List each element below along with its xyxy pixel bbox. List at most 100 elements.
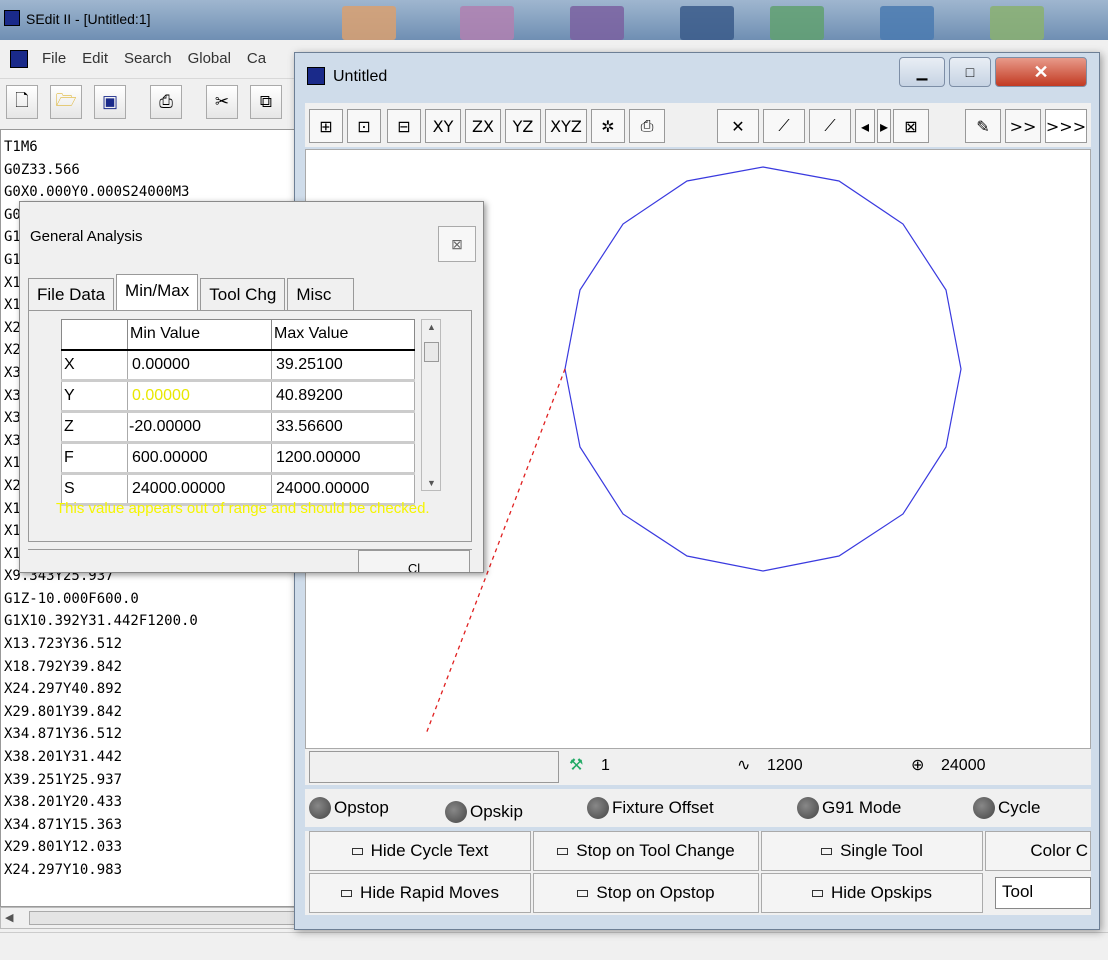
print-plot-button[interactable]: ⎙ — [629, 109, 665, 143]
step-back-button[interactable]: ⟋ — [763, 109, 805, 143]
readout-bar: ⚒ 1 ∿ 1200 ⊕ 24000 — [305, 749, 1091, 785]
cycle-radio[interactable]: Cycle — [973, 797, 1041, 819]
code-line[interactable]: X24.297Y40.892 — [4, 678, 198, 701]
scroll-up-icon[interactable]: ▲ — [427, 322, 436, 332]
taskbar-app-icon — [880, 6, 934, 40]
rotate-view-button[interactable]: ✕ — [717, 109, 759, 143]
single-tool-button[interactable]: Single Tool — [761, 831, 983, 871]
stop-on-tool-change-button[interactable]: Stop on Tool Change — [533, 831, 759, 871]
color-c-label: Color C — [1030, 841, 1088, 860]
taskbar-app-icon — [680, 6, 734, 40]
copy-button[interactable]: ⧉ — [250, 85, 282, 119]
code-line[interactable]: X39.251Y25.937 — [4, 769, 198, 792]
row-label: Y — [61, 380, 128, 413]
code-line[interactable]: X38.201Y31.442 — [4, 746, 198, 769]
code-line[interactable]: X38.201Y20.433 — [4, 791, 198, 814]
code-line[interactable]: X13.723Y36.512 — [4, 633, 198, 656]
code-line[interactable]: X29.801Y39.842 — [4, 701, 198, 724]
min-max-table: Min Value Max Value X 0.00000 39.25100 Y… — [61, 319, 415, 506]
table-row[interactable]: Z -20.00000 33.56600 — [61, 411, 415, 444]
view-xy-button[interactable]: XY — [425, 109, 461, 143]
view-xyz-button[interactable]: XYZ — [545, 109, 587, 143]
step-forward-button[interactable]: ⟋ — [809, 109, 851, 143]
pencil-icon: ✎ — [976, 116, 990, 136]
edit-button[interactable]: ✎ — [965, 109, 1001, 143]
out-of-range-warning: This value appears out of range and shou… — [56, 500, 430, 517]
code-line[interactable]: X34.871Y15.363 — [4, 814, 198, 837]
tab-misc[interactable]: Misc — [287, 278, 355, 310]
button-row-1: Hide Cycle Text Stop on Tool Change Sing… — [305, 831, 1091, 873]
prev-button[interactable]: ◂ — [855, 109, 875, 143]
fit-view-button[interactable]: ⊞ — [309, 109, 343, 143]
table-row[interactable]: X 0.00000 39.25100 — [61, 349, 415, 382]
next-button[interactable]: ▸ — [877, 109, 891, 143]
min-value-warning: 0.00000 — [127, 380, 272, 413]
menu-search[interactable]: Search — [124, 50, 172, 67]
code-line[interactable]: X34.871Y36.512 — [4, 723, 198, 746]
code-line[interactable]: X24.297Y10.983 — [4, 859, 198, 882]
stop-on-opstop-button[interactable]: Stop on Opstop — [533, 873, 759, 913]
more-button[interactable]: >> — [1005, 109, 1041, 143]
maximize-icon: □ — [965, 64, 975, 80]
scroll-left-icon[interactable]: ◀ — [5, 911, 13, 924]
settings-button[interactable]: ✲ — [591, 109, 625, 143]
expand-button[interactable]: >>> — [1045, 109, 1087, 143]
code-line[interactable]: X18.792Y39.842 — [4, 656, 198, 679]
minimize-button[interactable]: ▁ — [899, 57, 945, 87]
zoom-2x-button[interactable]: ⊠ — [893, 109, 929, 143]
code-line[interactable]: G1X10.392Y31.442F1200.0 — [4, 610, 198, 633]
scroll-down-icon[interactable]: ▼ — [427, 478, 436, 488]
status-bar — [0, 932, 1108, 960]
g91-mode-radio[interactable]: G91 Mode — [797, 797, 901, 819]
menu-global[interactable]: Global — [188, 50, 231, 67]
horizontal-scrollbar[interactable]: ◀ — [0, 907, 300, 929]
open-button[interactable]: 🗁 — [50, 85, 82, 119]
view-zx-button[interactable]: ZX — [465, 109, 501, 143]
opstop-radio[interactable]: Opstop — [309, 797, 389, 819]
row-label: X — [61, 349, 128, 382]
print-button[interactable]: ⎙ — [150, 85, 182, 119]
scroll-thumb[interactable] — [424, 342, 439, 362]
code-line[interactable]: G0Z33.566 — [4, 159, 198, 182]
center-view-button[interactable]: ⊡ — [347, 109, 381, 143]
menu-file[interactable]: File — [42, 50, 66, 67]
menu-ca[interactable]: Ca — [247, 50, 266, 67]
opskip-radio[interactable]: Opskip — [445, 801, 523, 823]
tab-tool-chg[interactable]: Tool Chg — [200, 278, 286, 310]
scroll-thumb[interactable] — [29, 911, 299, 925]
cut-button[interactable]: ✂ — [206, 85, 238, 119]
table-row[interactable]: F 600.00000 1200.00000 — [61, 442, 415, 475]
arrow-right-icon: ▸ — [879, 116, 889, 136]
step-back-icon: ⟋ — [778, 116, 790, 135]
close-button[interactable]: ✕ — [995, 57, 1087, 87]
zoom-window-button[interactable]: ⊟ — [387, 109, 421, 143]
checkbox-icon — [341, 889, 353, 897]
fixture-offset-radio[interactable]: Fixture Offset — [587, 797, 714, 819]
tab-file-data[interactable]: File Data — [28, 278, 115, 310]
tab-min-max[interactable]: Min/Max — [116, 274, 199, 310]
table-vertical-scrollbar[interactable]: ▲ ▼ — [421, 319, 441, 491]
document-icon[interactable] — [10, 50, 28, 68]
color-c-button[interactable]: Color C — [985, 831, 1091, 871]
color-mode-select[interactable]: Tool — [995, 877, 1091, 909]
taskbar-app-icon — [570, 6, 624, 40]
code-line[interactable]: X29.801Y12.033 — [4, 836, 198, 859]
dialog-close-button[interactable]: ⊠ — [438, 226, 476, 262]
hide-opskips-button[interactable]: Hide Opskips — [761, 873, 983, 913]
radio-row: Opstop Opskip Fixture Offset G91 Mode Cy… — [305, 789, 1091, 827]
code-line[interactable]: G1Z-10.000F600.0 — [4, 588, 198, 611]
checkbox-icon — [811, 889, 823, 897]
hide-cycle-text-button[interactable]: Hide Cycle Text — [309, 831, 531, 871]
column-header-max: Max Value — [271, 319, 415, 351]
menu-edit[interactable]: Edit — [82, 50, 108, 67]
dialog-close-text-button[interactable]: Cl — [358, 550, 470, 572]
feed-readout: 1200 — [767, 757, 803, 774]
table-row[interactable]: Y 0.00000 40.89200 — [61, 380, 415, 413]
code-line[interactable]: T1M6 — [4, 136, 198, 159]
hide-rapid-moves-button[interactable]: Hide Rapid Moves — [309, 873, 531, 913]
new-file-button[interactable]: 🗋 — [6, 85, 38, 119]
scissors-icon: ✂ — [214, 92, 230, 111]
save-button[interactable]: ▣ — [94, 85, 126, 119]
view-yz-button[interactable]: YZ — [505, 109, 541, 143]
maximize-button[interactable]: □ — [949, 57, 991, 87]
